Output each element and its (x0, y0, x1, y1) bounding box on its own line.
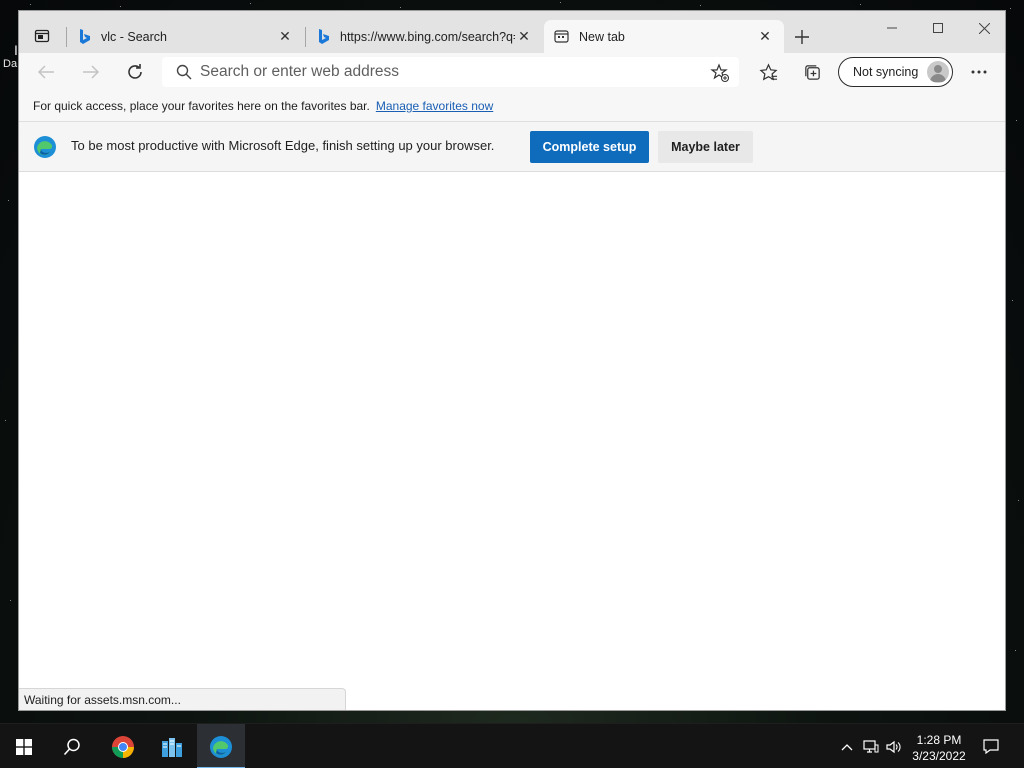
collections-icon (804, 64, 820, 80)
desktop-star (700, 5, 701, 6)
plus-icon (795, 30, 809, 44)
taskbar: 1:28 PM 3/23/2022 (0, 723, 1024, 768)
refresh-button[interactable] (121, 58, 149, 86)
search-icon (63, 738, 80, 755)
favorites-bar: For quick access, place your favorites h… (19, 91, 1005, 122)
maximize-icon (933, 23, 943, 33)
desktop-star (1018, 500, 1019, 501)
taskbar-file-manager[interactable] (148, 724, 196, 768)
notifications-button[interactable] (978, 724, 1004, 768)
network-icon (863, 739, 879, 753)
status-bar: Waiting for assets.msn.com... (19, 688, 346, 710)
tab-title: https://www.bing.com/search?q= (340, 29, 515, 44)
clock-time: 1:28 PM (916, 733, 962, 747)
forward-button[interactable] (77, 58, 105, 86)
manage-favorites-link[interactable]: Manage favorites now (376, 99, 493, 113)
close-window-button[interactable] (961, 13, 1005, 43)
close-icon (978, 22, 990, 34)
tab-bing-search[interactable]: https://www.bing.com/search?q= ✕ (308, 20, 543, 53)
network-button[interactable] (860, 724, 882, 768)
tab-close-button[interactable]: ✕ (276, 28, 294, 46)
refresh-icon (128, 64, 142, 79)
arrow-right-icon (83, 65, 100, 79)
tab-close-button[interactable]: ✕ (515, 28, 533, 46)
address-input[interactable] (200, 63, 680, 81)
chrome-icon (112, 735, 134, 758)
edge-logo-icon (34, 136, 56, 158)
newtab-page-icon (554, 30, 569, 43)
favorites-button[interactable] (754, 58, 782, 86)
tab-actions-button[interactable] (29, 23, 55, 49)
desktop-star (1010, 8, 1011, 9)
collections-button[interactable] (798, 58, 826, 86)
show-hidden-icons-button[interactable] (836, 724, 858, 768)
new-tab-button[interactable] (789, 24, 815, 50)
profile-sync-button[interactable]: Not syncing (838, 57, 953, 87)
tab-actions-icon (34, 29, 50, 43)
favorites-bar-message: For quick access, place your favorites h… (33, 99, 370, 113)
desktop-star (860, 4, 861, 5)
chevron-up-icon (841, 743, 853, 750)
desktop-star (8, 200, 9, 201)
tab-strip: vlc - Search ✕ https://www.bing.com/sear… (19, 11, 1005, 53)
favorites-star-icon (758, 62, 778, 81)
maximize-button[interactable] (915, 13, 961, 43)
file-manager-icon (162, 737, 182, 757)
desktop-star (120, 6, 121, 7)
edge-icon (210, 735, 232, 758)
setup-message: To be most productive with Microsoft Edg… (71, 138, 495, 153)
desktop-icon-label: I Da (3, 42, 18, 70)
clock-date: 3/23/2022 (912, 749, 966, 763)
desktop-star (1016, 120, 1017, 121)
minimize-icon (887, 27, 897, 29)
tab-new-tab[interactable]: New tab ✕ (544, 20, 784, 53)
tab-title: vlc - Search (101, 29, 167, 44)
person-icon (930, 65, 946, 82)
arrow-left-icon (37, 65, 54, 79)
star-add-icon (710, 63, 730, 83)
back-button[interactable] (32, 58, 60, 86)
taskbar-search-button[interactable] (48, 724, 96, 768)
address-bar[interactable] (162, 57, 739, 87)
desktop-star (10, 600, 11, 601)
more-dots-icon (971, 70, 987, 74)
complete-setup-button[interactable]: Complete setup (530, 131, 649, 163)
tab-separator (305, 27, 306, 47)
add-favorite-button[interactable] (710, 63, 730, 83)
edge-browser-window: vlc - Search ✕ https://www.bing.com/sear… (18, 10, 1006, 711)
page-content[interactable]: Waiting for assets.msn.com... (19, 172, 1005, 710)
taskbar-clock[interactable]: 1:28 PM 3/23/2022 (904, 732, 974, 764)
tab-close-button[interactable]: ✕ (756, 28, 774, 46)
navigation-toolbar: Not syncing (19, 53, 1005, 91)
avatar (927, 61, 949, 83)
notification-icon (983, 739, 999, 754)
settings-more-button[interactable] (965, 58, 993, 86)
desktop-star (250, 3, 251, 4)
desktop-label-bottom: Da (3, 58, 18, 70)
setup-info-bar: To be most productive with Microsoft Edg… (19, 122, 1005, 172)
maybe-later-button[interactable]: Maybe later (658, 131, 753, 163)
volume-button[interactable] (883, 724, 905, 768)
sync-status-label: Not syncing (853, 65, 919, 79)
start-button[interactable] (0, 724, 48, 768)
desktop-star (400, 7, 401, 8)
tab-separator (66, 27, 67, 47)
minimize-button[interactable] (869, 13, 915, 43)
desktop-star (1015, 650, 1016, 651)
bing-icon (80, 28, 90, 44)
desktop-star (560, 2, 561, 3)
taskbar-chrome[interactable] (99, 724, 147, 768)
bing-icon (319, 28, 329, 44)
desktop-star (30, 4, 31, 5)
windows-start-icon (16, 738, 32, 755)
desktop-star (1012, 300, 1013, 301)
speaker-icon (886, 740, 901, 753)
search-icon (176, 64, 192, 80)
tab-title: New tab (579, 29, 625, 44)
tab-vlc-search[interactable]: vlc - Search ✕ (69, 20, 304, 53)
taskbar-edge[interactable] (197, 724, 245, 768)
desktop-star (5, 420, 6, 421)
